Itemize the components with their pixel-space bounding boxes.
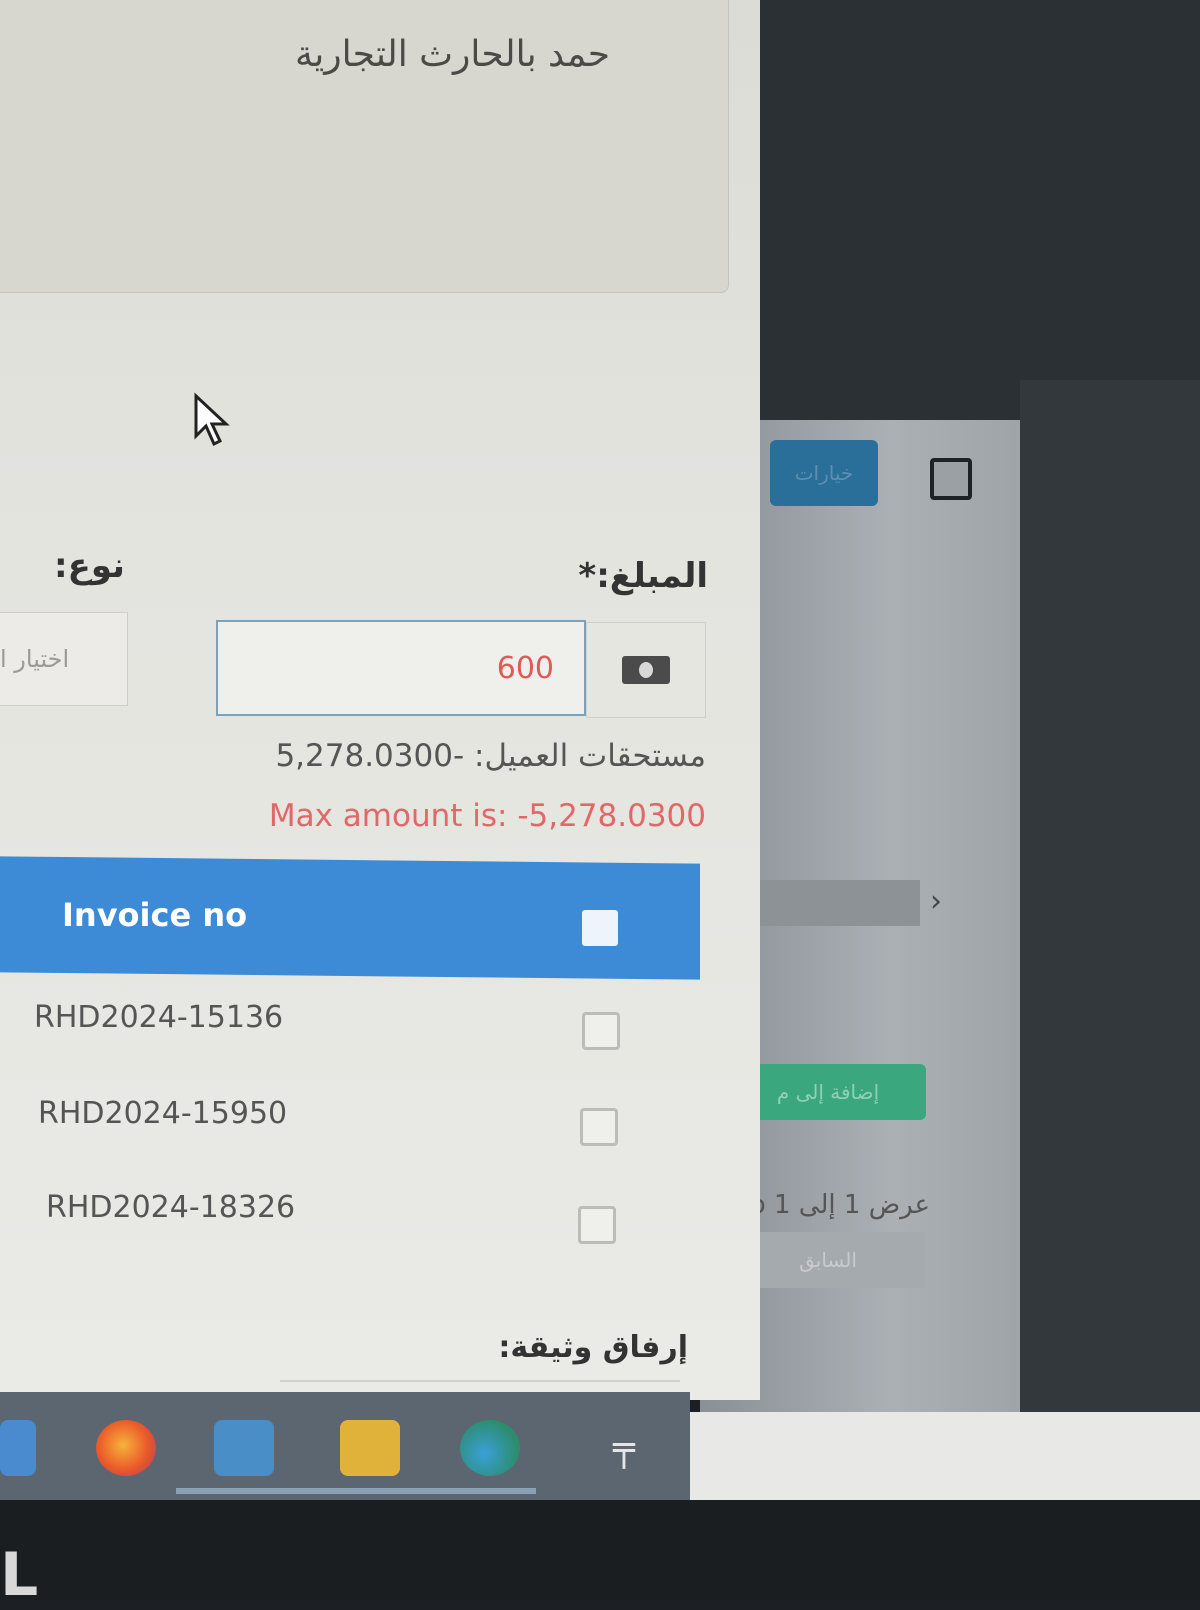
type-select[interactable]: اختيار ا (0, 612, 128, 706)
select-all-checkbox[interactable] (582, 910, 618, 946)
invoice-row-number: RHD2024-15950 (38, 1096, 288, 1131)
customer-dues: مستحقات العميل: -5,278.0300 (275, 738, 706, 774)
address-text: حمد بالحارث التجارية (294, 34, 610, 75)
attach-document-label: إرفاق وثيقة: (498, 1330, 688, 1365)
background-options-button[interactable]: خيارات (770, 440, 878, 506)
invoice-row-checkbox[interactable] (582, 1012, 620, 1050)
calculator-icon[interactable]: ╤ (604, 1420, 644, 1476)
edge-icon[interactable] (460, 1420, 520, 1476)
invoice-row-number: RHD2024-18326 (46, 1190, 296, 1225)
mouse-cursor-icon (194, 392, 230, 447)
firefox-icon[interactable] (96, 1420, 156, 1476)
background-sidebar (1020, 380, 1200, 1420)
money-icon (622, 656, 670, 684)
type-label: نوع: (54, 546, 125, 586)
taskbar-active-indicator (176, 1488, 536, 1494)
invoice-row-number: RHD2024-15136 (34, 1000, 284, 1035)
amount-input[interactable] (216, 620, 586, 716)
store-icon[interactable] (214, 1420, 274, 1476)
attach-field[interactable] (280, 1380, 680, 1382)
max-amount-error: Max amount is: -5,278.0300 (268, 798, 706, 834)
chevron-right-icon[interactable]: › (930, 884, 942, 919)
address-box: حمد بالحارث التجارية (0, 0, 729, 293)
monitor-bezel (0, 1500, 1200, 1600)
invoice-no-header: Invoice no (62, 896, 248, 934)
file-explorer-icon[interactable] (340, 1420, 400, 1476)
invoice-row-checkbox[interactable] (578, 1206, 616, 1244)
amount-label: المبلغ:* (578, 556, 708, 596)
amount-addon (586, 622, 706, 718)
background-checkbox[interactable] (930, 458, 972, 500)
background-header (760, 0, 1200, 420)
invoice-row-checkbox[interactable] (580, 1108, 618, 1146)
mail-icon[interactable] (0, 1420, 36, 1476)
